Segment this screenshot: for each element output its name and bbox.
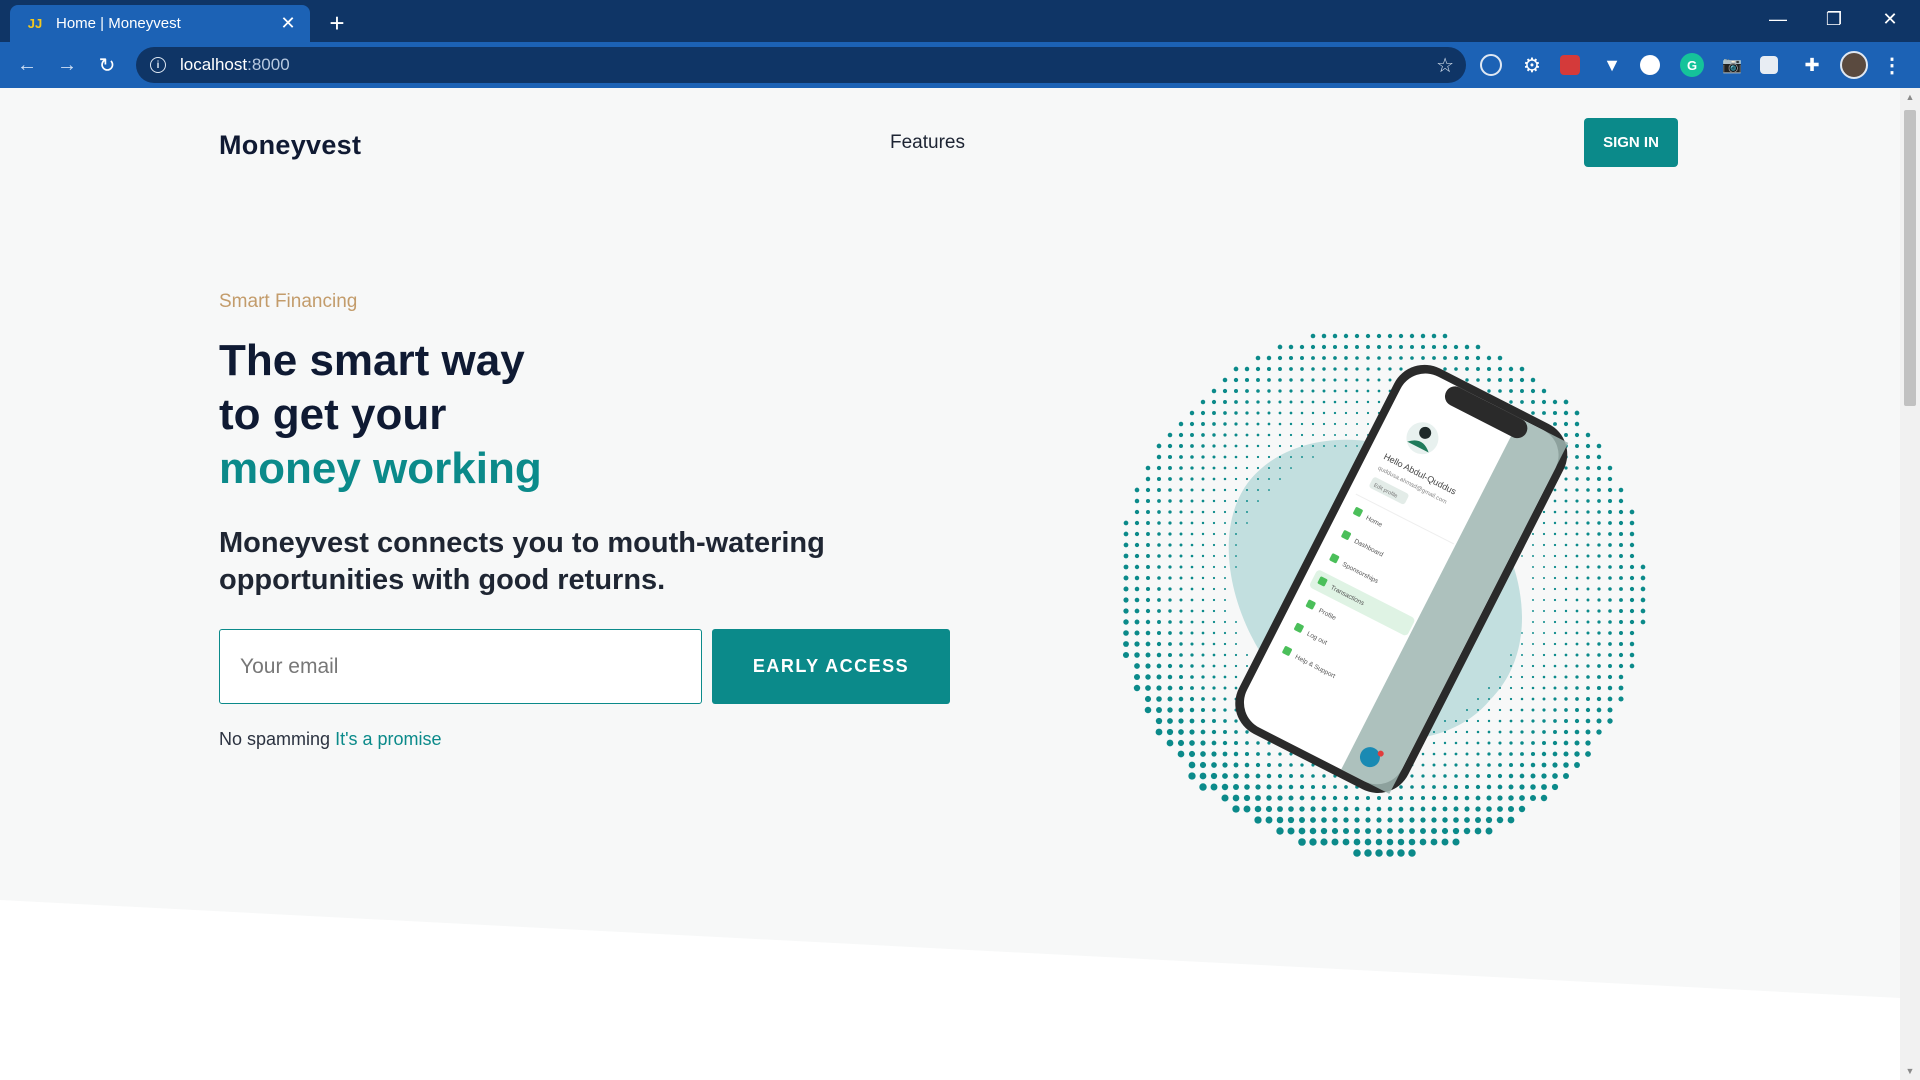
minimize-window-button[interactable]: — [1750,0,1806,38]
address-bar[interactable]: i localhost:8000 ☆ [136,47,1466,83]
forward-button[interactable]: → [52,50,82,80]
page-scrollbar[interactable]: ▲ ▼ [1900,88,1920,1080]
browser-tab[interactable]: JJ Home | Moneyvest ✕ [10,5,310,42]
restore-window-button[interactable]: ❐ [1806,0,1862,38]
page-viewport: Moneyvest Features SIGN IN Smart Financi… [0,88,1900,1080]
browser-toolbar: ← → ↻ i localhost:8000 ☆ ⚙ ▼ G 📷 ✚ ⋮ [0,42,1920,88]
nav-link-features[interactable]: Features [890,132,965,154]
puzzle-red-icon[interactable] [1560,55,1580,75]
scroll-down-icon[interactable]: ▼ [1905,1066,1915,1076]
close-tab-icon[interactable]: ✕ [278,13,298,34]
profile-avatar[interactable] [1840,51,1868,79]
hero-subhead: Moneyvest connects you to mouth-watering… [219,527,825,596]
target-icon[interactable] [1480,54,1502,76]
site-logo[interactable]: Moneyvest [219,130,361,161]
no-spam-note: No spamming It's a promise [219,729,442,750]
headline-accent: money working [219,444,542,493]
scroll-thumb[interactable] [1904,110,1916,406]
new-tab-button[interactable]: + [322,8,352,38]
tab-title: Home | Moneyvest [56,15,181,32]
tab-icon[interactable] [1760,56,1778,74]
scroll-up-icon[interactable]: ▲ [1905,92,1915,102]
no-spam-text: No spamming [219,729,331,749]
headline-line-2: to get your [219,390,447,439]
reload-button[interactable]: ↻ [92,50,122,80]
hero-phone-illustration: Hello Abdul-Quddus quddusa.ahmad@gmail.c… [1122,333,1646,857]
grammarly-icon[interactable]: G [1680,53,1704,77]
headline-line-1: The smart way [219,336,525,385]
hero-headline: The smart way to get your money working [219,334,542,496]
sign-in-button[interactable]: SIGN IN [1584,118,1678,167]
hero-eyebrow: Smart Financing [219,291,358,312]
close-window-button[interactable]: ✕ [1862,0,1918,38]
site-info-icon[interactable]: i [150,57,166,73]
promise-link[interactable]: It's a promise [335,729,441,749]
bookmark-star-icon[interactable]: ☆ [1436,53,1454,78]
early-access-button[interactable]: EARLY ACCESS [712,629,950,704]
gear-icon[interactable]: ⚙ [1520,53,1544,77]
email-input[interactable] [219,629,702,704]
camera-icon[interactable]: 📷 [1720,53,1744,77]
favicon-icon: JJ [27,16,43,31]
menu-icon[interactable]: ⋮ [1880,53,1904,77]
chrome-ext-icon[interactable] [1640,55,1660,75]
back-button[interactable]: ← [12,50,42,80]
browser-tab-strip: JJ Home | Moneyvest ✕ + — ❐ ✕ [0,0,1920,42]
url-text[interactable]: localhost:8000 [180,55,290,75]
vue-icon[interactable]: ▼ [1600,53,1624,77]
extensions-icon[interactable]: ✚ [1800,53,1824,77]
